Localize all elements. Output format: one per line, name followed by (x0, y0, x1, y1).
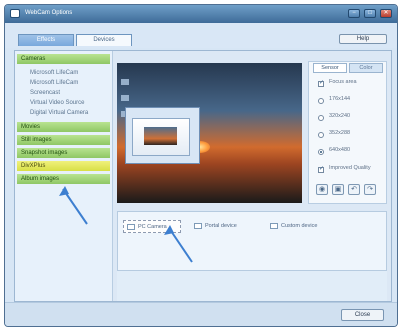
improved-quality-checkbox[interactable] (318, 165, 324, 173)
dialog-footer: Close (5, 302, 397, 326)
improved-quality-option[interactable]: Improved Quality (318, 165, 371, 175)
resolution-label: 640x480 (329, 147, 351, 153)
sidebar-item-album-images[interactable]: Album images (17, 174, 110, 184)
rotate-left-button[interactable]: ↶ (348, 184, 360, 195)
desktop-icon (121, 95, 129, 101)
settings-tabs: Sensor Color (309, 62, 386, 74)
camera-list: Microsoft LifeCam Microsoft LifeCam Scre… (15, 68, 112, 118)
webcam-options-window: WebCam Options − □ ✕ Effects Devices Hel… (4, 4, 398, 327)
rotate-right-button[interactable]: ↷ (364, 184, 376, 195)
resolution-320x240-option[interactable]: 320x240 (318, 113, 351, 123)
resolution-radio[interactable] (318, 98, 324, 104)
device-label: Portal device (205, 223, 237, 229)
camera-list-item[interactable]: Virtual Video Source (15, 98, 112, 108)
focus-area-option[interactable]: Focus area (318, 79, 357, 89)
tab-sensor[interactable]: Sensor (313, 63, 347, 73)
focus-area-checkbox[interactable] (318, 79, 324, 87)
camera-list-item[interactable]: Microsoft LifeCam (15, 78, 112, 88)
resolution-640x480-option[interactable]: 640x480 (318, 147, 351, 157)
window-title: WebCam Options (25, 10, 73, 16)
device-portal-device[interactable]: Portal device (191, 220, 249, 233)
preview-controls: ◉ ▣ ↶ ↷ (316, 184, 376, 195)
camera-preview[interactable] (117, 63, 302, 203)
sidebar-item-still-images[interactable]: Still images (17, 135, 110, 145)
resolution-label: 320x240 (329, 113, 351, 119)
nested-preview-window (125, 107, 200, 164)
minimize-button[interactable]: − (348, 9, 360, 18)
tab-effects[interactable]: Effects (18, 34, 74, 46)
camera-list-item[interactable]: Digital Virtual Camera (15, 108, 112, 118)
focus-area-label: Focus area (329, 79, 357, 85)
camera-button[interactable]: ▣ (332, 184, 344, 195)
device-icon (127, 224, 135, 230)
camera-settings-panel: Sensor Color Focus area 176x144 320x240 … (308, 61, 387, 204)
device-custom-device[interactable]: Custom device (267, 220, 325, 233)
device-list-panel: PC Camera Portal device Custom device (117, 211, 387, 271)
resolution-radio[interactable] (318, 115, 324, 121)
camera-list-item[interactable]: Screencast (15, 88, 112, 98)
device-label: PC Camera (138, 224, 167, 230)
annotation-arrow-icon (59, 186, 88, 225)
device-icon (270, 223, 278, 229)
close-window-button[interactable]: ✕ (380, 9, 392, 18)
camera-list-item[interactable]: Microsoft LifeCam (15, 68, 112, 78)
sidebar-item-movies[interactable]: Movies (17, 122, 110, 132)
tab-devices[interactable]: Devices (76, 34, 132, 46)
options-content: Cameras Microsoft LifeCam Microsoft Life… (14, 50, 392, 302)
resolution-radio[interactable] (318, 149, 324, 155)
window-controls: − □ ✕ (348, 9, 392, 18)
resolution-176x144-option[interactable]: 176x144 (318, 96, 351, 106)
close-button[interactable]: Close (341, 309, 384, 321)
resolution-radio[interactable] (318, 132, 324, 138)
improved-quality-label: Improved Quality (329, 165, 371, 171)
desktop-icon (121, 79, 129, 85)
category-sidebar: Cameras Microsoft LifeCam Microsoft Life… (15, 51, 113, 301)
empty-device-area (117, 271, 387, 301)
nested-preview-content (132, 118, 190, 156)
sidebar-item-cameras[interactable]: Cameras (17, 54, 110, 64)
title-bar: WebCam Options − □ ✕ (5, 5, 397, 23)
maximize-button[interactable]: □ (364, 9, 376, 18)
camera-app-icon (10, 9, 20, 18)
sidebar-item-snapshot-images[interactable]: Snapshot images (17, 148, 110, 158)
help-button[interactable]: Help (339, 34, 387, 44)
tab-color[interactable]: Color (349, 63, 383, 73)
main-toolbar: Effects Devices Help (5, 23, 397, 48)
sidebar-item-divxplus[interactable]: DivXPlus (17, 161, 110, 171)
resolution-label: 176x144 (329, 96, 351, 102)
resolution-352x288-option[interactable]: 352x288 (318, 130, 351, 140)
resolution-label: 352x288 (329, 130, 351, 136)
annotation-arrow-icon (164, 225, 193, 263)
record-button[interactable]: ◉ (316, 184, 328, 195)
device-label: Custom device (281, 223, 318, 229)
